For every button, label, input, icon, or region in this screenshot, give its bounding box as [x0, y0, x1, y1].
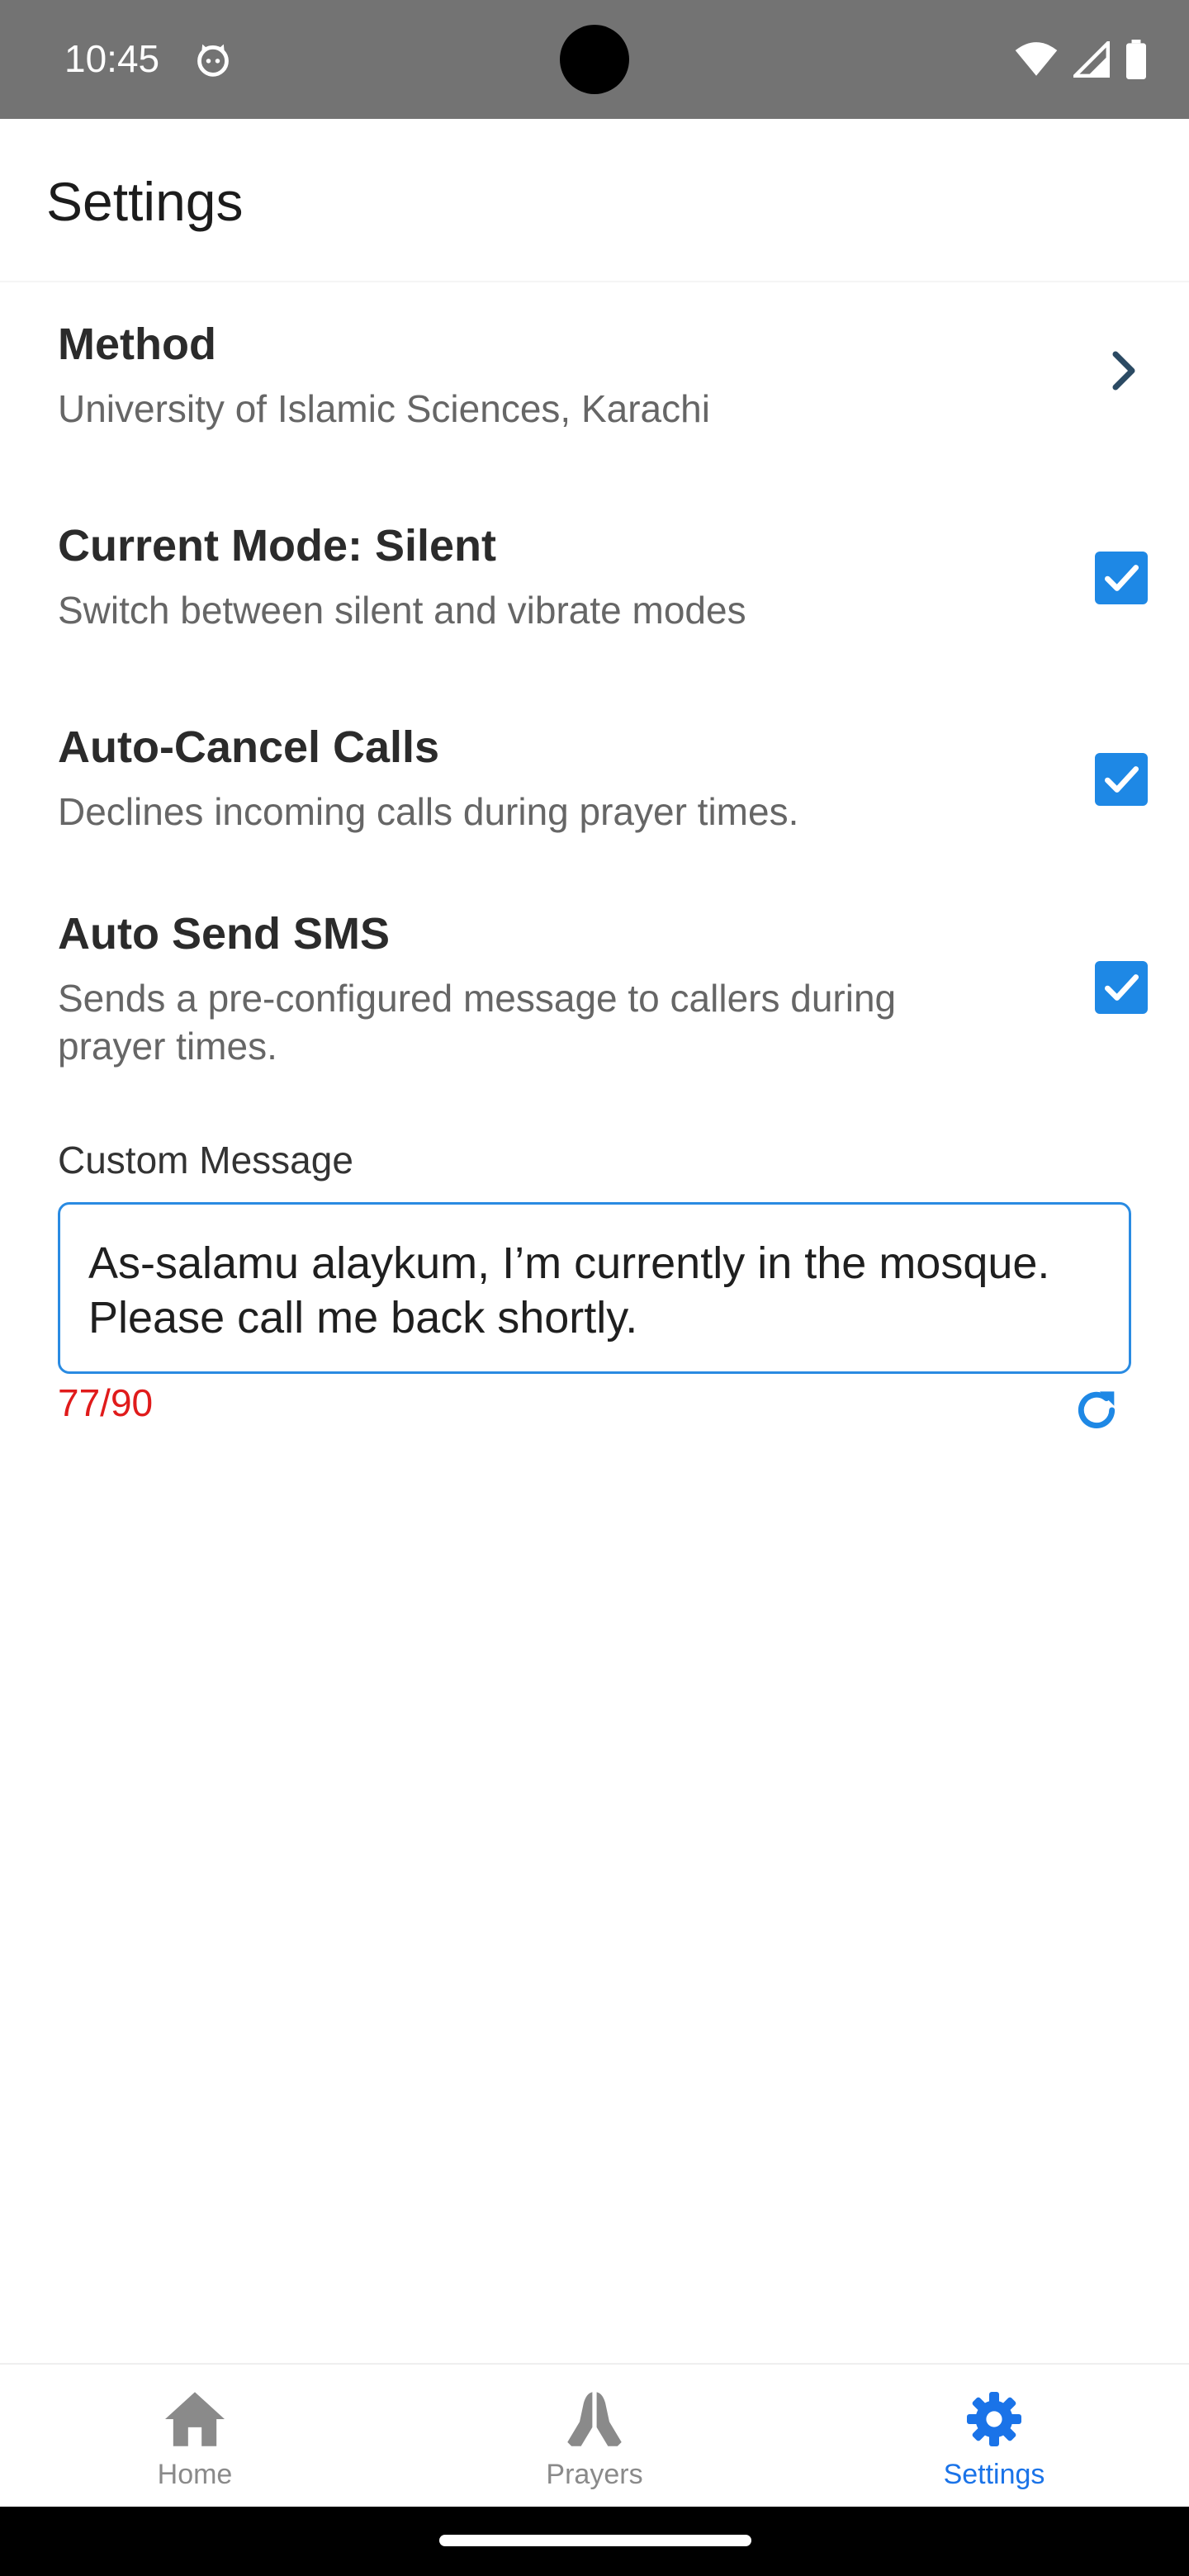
cat-icon — [197, 44, 229, 77]
auto-sms-checkbox[interactable] — [1095, 961, 1148, 1014]
chevron-right-icon — [1112, 351, 1135, 391]
auto-sms-title: Auto Send SMS — [58, 909, 390, 959]
nav-settings-label: Settings — [943, 2459, 1045, 2490]
character-counter: 77/90 — [58, 1381, 154, 1424]
mode-row: Current Mode: Silent Switch between sile… — [58, 519, 1148, 651]
app-bar: Settings — [0, 119, 1189, 282]
nav-prayers[interactable]: Prayers — [495, 2365, 694, 2508]
signal-icon — [1073, 41, 1110, 78]
nav-home-label: Home — [157, 2459, 233, 2490]
camera-cutout — [560, 25, 629, 94]
auto-sms-row: Auto Send SMS Sends a pre-configured mes… — [58, 907, 1148, 1088]
custom-message-input[interactable]: As-salamu alaykum, I’m currently in the … — [58, 1202, 1131, 1374]
status-bar: 10:45 — [0, 0, 1189, 119]
method-title: Method — [58, 320, 216, 369]
nav-home[interactable]: Home — [96, 2365, 294, 2508]
refresh-icon[interactable] — [1070, 1384, 1123, 1437]
gear-icon — [967, 2392, 1021, 2446]
nav-prayers-label: Prayers — [546, 2459, 643, 2490]
mode-subtitle: Switch between silent and vibrate modes — [58, 589, 746, 632]
battery-icon — [1126, 40, 1146, 79]
auto-sms-subtitle: Sends a pre-configured message to caller… — [58, 977, 897, 1068]
auto-cancel-row: Auto-Cancel Calls Declines incoming call… — [58, 720, 1148, 852]
home-gesture-handle[interactable] — [439, 2535, 751, 2546]
method-row[interactable]: Method University of Islamic Sciences, K… — [58, 317, 1148, 449]
mode-checkbox[interactable] — [1095, 552, 1148, 604]
method-subtitle: University of Islamic Sciences, Karachi — [58, 387, 710, 430]
mode-title: Current Mode: Silent — [58, 521, 497, 571]
auto-cancel-checkbox[interactable] — [1095, 753, 1148, 806]
checkmark-icon — [1105, 565, 1139, 591]
custom-message-label: Custom Message — [58, 1139, 353, 1181]
home-icon — [165, 2392, 225, 2446]
auto-cancel-title: Auto-Cancel Calls — [58, 722, 440, 772]
gesture-bar — [0, 2507, 1189, 2576]
praying-hands-icon — [567, 2392, 622, 2446]
page-title: Settings — [46, 171, 244, 232]
bottom-navigation: Home Prayers Settings — [0, 2363, 1189, 2507]
status-icons — [1014, 38, 1148, 81]
checkmark-icon — [1105, 766, 1139, 793]
auto-cancel-subtitle: Declines incoming calls during prayer ti… — [58, 790, 799, 833]
wifi-icon — [1015, 42, 1058, 76]
nav-settings[interactable]: Settings — [895, 2365, 1093, 2508]
status-time: 10:45 — [64, 37, 160, 80]
checkmark-icon — [1105, 974, 1139, 1001]
